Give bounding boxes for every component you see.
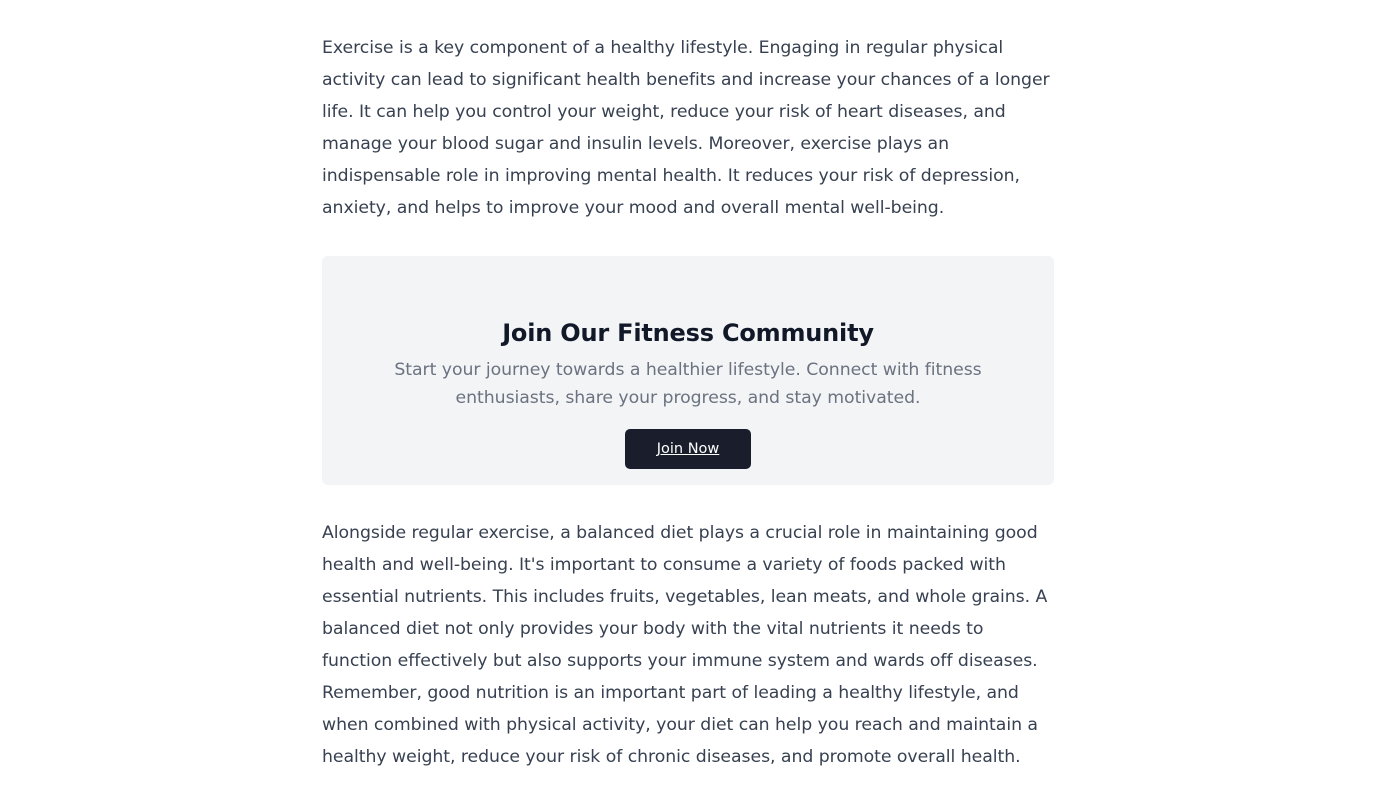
- cta-subtitle: Start your journey towards a healthier l…: [394, 360, 982, 408]
- diet-paragraph: Alongside regular exercise, a balanced d…: [322, 523, 1048, 767]
- article: Exercise is a key component of a healthy…: [322, 32, 1054, 773]
- cta-title: Join Our Fitness Community: [502, 319, 874, 347]
- join-now-button[interactable]: Join Now: [625, 429, 751, 469]
- community-cta-panel: Join Our Fitness Community Start your jo…: [322, 256, 1054, 485]
- intro-paragraph: Exercise is a key component of a healthy…: [322, 38, 1050, 218]
